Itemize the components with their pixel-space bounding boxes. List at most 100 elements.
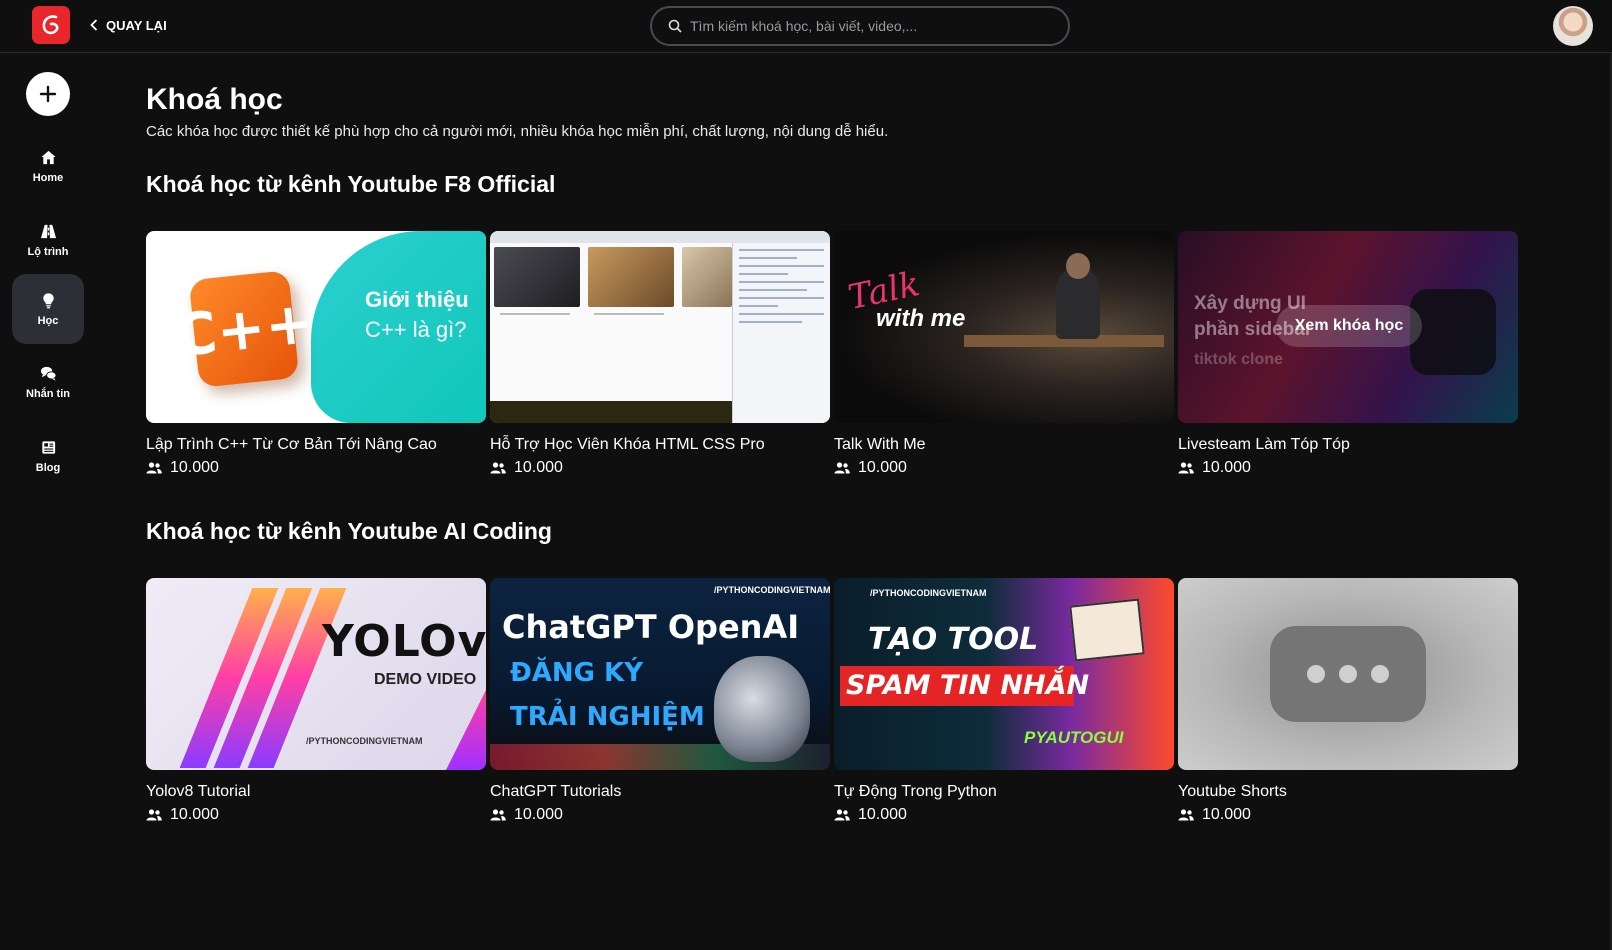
course-card[interactable]: TẠO TOOL SPAM TIN NHẮN PYAUTOGUI /PYTHON… — [834, 578, 1174, 824]
student-count: 10.000 — [514, 459, 563, 476]
thumb-shape — [494, 247, 580, 307]
sidebar-item-label: Home — [32, 171, 64, 184]
f8-logo[interactable] — [32, 6, 70, 44]
users-icon — [146, 462, 162, 474]
course-card[interactable]: Youtube Shorts 10.000 — [1178, 578, 1518, 824]
course-title[interactable]: Tự Động Trong Python — [834, 783, 1174, 801]
course-thumbnail[interactable]: Xây dựng UI phần sidebar tiktok clone Xem… — [1178, 231, 1518, 423]
sidebar-item-blog[interactable]: Blog — [12, 421, 84, 491]
thumb-shape — [490, 231, 830, 243]
student-count: 10.000 — [1202, 459, 1251, 476]
sidebar-item-label: Lộ trình — [27, 245, 69, 258]
users-icon — [1178, 462, 1194, 474]
course-title[interactable]: Lập Trình C++ Từ Cơ Bản Tới Nâng Cao — [146, 436, 486, 454]
thumb-text: tiktok clone — [1194, 351, 1283, 368]
student-count: 10.000 — [858, 806, 907, 823]
back-label: QUAY LẠI — [106, 17, 167, 33]
thumb-text: /PYTHONCODINGVIETNAM — [714, 585, 830, 595]
newspaper-icon — [41, 440, 55, 454]
course-students: 10.000 — [490, 806, 830, 824]
search-input[interactable] — [690, 18, 1050, 34]
thumb-text: /PYTHONCODINGVIETNAM — [306, 736, 423, 746]
course-title[interactable]: Yolov8 Tutorial — [146, 783, 486, 801]
sidebar-item-learn[interactable]: Học — [12, 274, 84, 344]
thumb-text: ĐĂNG KÝ — [510, 658, 644, 688]
course-students: 10.000 — [1178, 806, 1518, 824]
thumb-text: PYAUTOGUI — [1024, 728, 1124, 747]
course-title[interactable]: ChatGPT Tutorials — [490, 783, 830, 801]
course-title[interactable]: Youtube Shorts — [1178, 783, 1518, 801]
sidebar-item-roadmap[interactable]: Lộ trình — [12, 205, 84, 275]
lightbulb-icon — [42, 292, 54, 308]
sidebar-item-label: Nhắn tin — [26, 387, 70, 400]
course-students: 10.000 — [146, 459, 486, 477]
course-thumbnail[interactable] — [1178, 578, 1518, 770]
course-thumbnail[interactable]: ChatGPT OpenAI ĐĂNG KÝ TRẢI NGHIỆM /PYTH… — [490, 578, 830, 770]
envelope-icon — [1069, 598, 1145, 662]
thumb-shape — [1066, 253, 1090, 279]
thumb-shape — [594, 313, 664, 315]
thumb-shape — [588, 247, 674, 307]
course-card[interactable]: Xây dựng UI phần sidebar tiktok clone Xem… — [1178, 231, 1518, 477]
section-title: Khoá học từ kênh Youtube AI Coding — [146, 518, 552, 544]
student-count: 10.000 — [1202, 806, 1251, 823]
sidebar-item-label: Blog — [35, 461, 61, 474]
road-icon — [40, 224, 56, 238]
student-count: 10.000 — [170, 806, 219, 823]
users-icon — [490, 462, 506, 474]
thumb-text: Giới thiệu — [365, 287, 469, 312]
course-card[interactable]: C++ Giới thiệu C++ là gì? Lập Trình C++ … — [146, 231, 486, 477]
sidebar-item-label: Học — [37, 314, 59, 327]
thumb-text: YOLOv8 — [322, 616, 486, 667]
thumb-text: with me — [876, 305, 966, 332]
cpp-logo: C++ — [171, 270, 317, 388]
users-icon — [834, 462, 850, 474]
course-card[interactable]: Talk with me Talk With Me 10.000 — [834, 231, 1174, 477]
search-icon — [668, 19, 682, 33]
course-title[interactable]: Talk With Me — [834, 436, 1174, 454]
thumb-text: TẠO TOOL — [868, 622, 1039, 657]
chat-icon — [40, 366, 57, 381]
thumb-text: TRẢI NGHIỆM — [510, 702, 705, 732]
thumb-text: ChatGPT OpenAI — [502, 608, 800, 646]
course-card[interactable]: YOLOv8 DEMO VIDEO /PYTHONCODINGVIETNAM Y… — [146, 578, 486, 824]
course-thumbnail[interactable]: YOLOv8 DEMO VIDEO /PYTHONCODINGVIETNAM — [146, 578, 486, 770]
back-button[interactable]: QUAY LẠI — [90, 14, 167, 36]
chevron-left-icon — [90, 19, 98, 31]
users-icon — [1178, 809, 1194, 821]
course-students: 10.000 — [490, 459, 830, 477]
course-students: 10.000 — [834, 806, 1174, 824]
course-card[interactable]: ChatGPT OpenAI ĐĂNG KÝ TRẢI NGHIỆM /PYTH… — [490, 578, 830, 824]
thumb-shape — [446, 690, 486, 770]
course-students: 10.000 — [834, 459, 1174, 477]
sidebar-item-messages[interactable]: Nhắn tin — [12, 347, 84, 417]
course-thumbnail[interactable]: Talk with me — [834, 231, 1174, 423]
users-icon — [146, 809, 162, 821]
view-course-button[interactable]: Xem khóa học — [1276, 305, 1422, 347]
course-card[interactable]: Hỗ Trợ Học Viên Khóa HTML CSS Pro 10.000 — [490, 231, 830, 477]
plus-icon — [39, 85, 57, 103]
thumb-text: SPAM TIN NHẮN — [846, 670, 1090, 701]
thumb-shape — [490, 401, 732, 423]
thumb-shape — [714, 656, 810, 762]
sidebar-item-home[interactable]: Home — [12, 131, 84, 201]
page-description: Các khóa học được thiết kế phù hợp cho c… — [146, 123, 889, 140]
student-count: 10.000 — [858, 459, 907, 476]
page-title: Khoá học — [146, 83, 283, 116]
thumb-shape — [682, 247, 732, 307]
thumb-text: C++ là gì? — [365, 317, 467, 342]
student-count: 10.000 — [170, 459, 219, 476]
create-button[interactable] — [26, 72, 70, 116]
course-title[interactable]: Hỗ Trợ Học Viên Khóa HTML CSS Pro — [490, 436, 830, 454]
thumb-text: /PYTHONCODINGVIETNAM — [870, 588, 987, 598]
search-bar[interactable] — [650, 6, 1070, 46]
thumb-shape — [500, 313, 570, 315]
course-thumbnail[interactable]: TẠO TOOL SPAM TIN NHẮN PYAUTOGUI /PYTHON… — [834, 578, 1174, 770]
course-thumbnail[interactable]: C++ Giới thiệu C++ là gì? — [146, 231, 486, 423]
course-students: 10.000 — [1178, 459, 1518, 477]
users-icon — [490, 809, 506, 821]
user-avatar[interactable] — [1553, 6, 1593, 46]
devtools-panel — [732, 243, 830, 423]
course-thumbnail[interactable] — [490, 231, 830, 423]
course-title[interactable]: Livesteam Làm Tóp Tóp — [1178, 436, 1518, 454]
